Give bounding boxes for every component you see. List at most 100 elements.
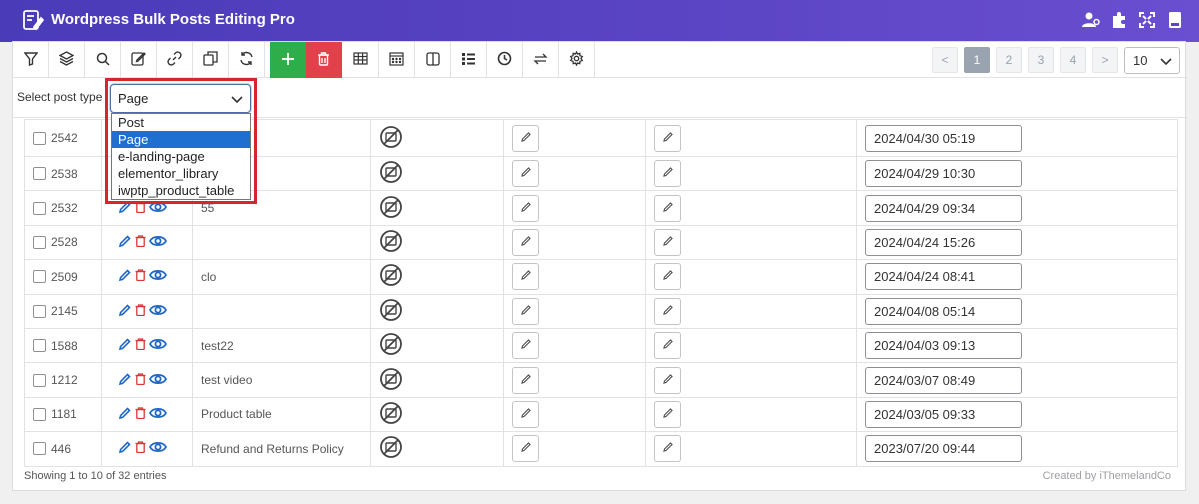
edit-icon[interactable] [118, 337, 132, 354]
page-3-button[interactable]: 3 [1028, 47, 1054, 73]
no-image-icon[interactable] [379, 161, 403, 187]
date-field[interactable]: 2024/04/29 09:34 [865, 194, 1022, 222]
no-image-icon[interactable] [379, 264, 403, 290]
option-e-landing-page[interactable]: e-landing-page [112, 148, 250, 165]
edit-excerpt-button[interactable] [654, 332, 681, 360]
link-button[interactable] [157, 42, 193, 78]
trash-icon[interactable] [135, 235, 146, 250]
row-title[interactable]: Product table [201, 407, 272, 421]
date-field[interactable]: 2024/04/03 09:13 [865, 332, 1022, 360]
row-checkbox[interactable] [33, 131, 46, 145]
page-1-button[interactable]: 1 [964, 47, 990, 73]
edit-content-button[interactable] [512, 160, 539, 188]
edit-excerpt-button[interactable] [654, 366, 681, 394]
prev-page-button[interactable]: < [932, 47, 958, 73]
date-field[interactable]: 2024/04/29 10:30 [865, 160, 1022, 188]
no-image-icon[interactable] [379, 298, 403, 325]
row-checkbox[interactable] [33, 270, 46, 284]
row-checkbox[interactable] [33, 304, 46, 318]
edit-icon[interactable] [118, 440, 132, 457]
delete-button[interactable] [306, 42, 342, 78]
edit-excerpt-button[interactable] [654, 297, 681, 325]
edit-content-button[interactable] [512, 400, 539, 428]
row-checkbox[interactable] [33, 373, 46, 387]
edit-icon[interactable] [118, 303, 132, 320]
fullscreen-icon[interactable] [1137, 10, 1157, 30]
view-icon[interactable] [148, 200, 168, 217]
row-title[interactable]: clo [201, 270, 216, 284]
history-button[interactable] [487, 42, 523, 78]
row-title[interactable]: test video [201, 373, 252, 387]
trash-icon[interactable] [135, 407, 146, 422]
list-button[interactable] [451, 42, 487, 78]
option-elementor-library[interactable]: elementor_library [112, 165, 250, 182]
no-image-icon[interactable] [379, 367, 403, 394]
row-checkbox[interactable] [33, 442, 46, 456]
date-field[interactable]: 2024/04/08 05:14 [865, 297, 1022, 325]
row-title[interactable]: 55 [201, 201, 214, 215]
columns-button[interactable] [415, 42, 451, 78]
date-field[interactable]: 2024/04/24 15:26 [865, 228, 1022, 256]
table-view-button[interactable] [343, 42, 379, 78]
edit-content-button[interactable] [512, 332, 539, 360]
row-checkbox[interactable] [33, 407, 46, 421]
edit-content-button[interactable] [512, 124, 539, 152]
trash-icon[interactable] [135, 372, 146, 388]
option-post[interactable]: Post [112, 114, 250, 131]
option-iwptp-product-table[interactable]: iwptp_product_table [112, 182, 250, 199]
no-image-icon[interactable] [379, 230, 403, 256]
edit-excerpt-button[interactable] [654, 263, 681, 291]
no-image-icon[interactable] [379, 125, 403, 152]
per-page-select[interactable]: 10 [1124, 47, 1180, 74]
edit-content-button[interactable] [512, 297, 539, 325]
edit-excerpt-button[interactable] [654, 124, 681, 152]
view-icon[interactable] [148, 337, 168, 354]
trash-icon[interactable] [135, 338, 146, 353]
edit-content-button[interactable] [512, 435, 539, 463]
edit-excerpt-button[interactable] [654, 435, 681, 463]
view-icon[interactable] [148, 303, 168, 320]
edit-icon[interactable] [118, 406, 132, 423]
search-button[interactable] [85, 42, 121, 78]
row-checkbox[interactable] [33, 201, 46, 215]
view-icon[interactable] [148, 234, 168, 251]
layers-button[interactable] [49, 42, 85, 78]
edit-excerpt-button[interactable] [654, 160, 681, 188]
view-icon[interactable] [148, 372, 168, 389]
row-title[interactable]: test22 [201, 339, 234, 353]
view-icon[interactable] [148, 406, 168, 423]
edit-content-button[interactable] [512, 194, 539, 222]
row-checkbox[interactable] [33, 339, 46, 353]
trash-icon[interactable] [135, 441, 146, 456]
option-page[interactable]: Page [112, 131, 250, 148]
post-type-select[interactable]: Page [110, 84, 251, 113]
puzzle-icon[interactable] [1109, 10, 1129, 30]
date-field[interactable]: 2024/03/05 09:33 [865, 400, 1022, 428]
no-image-icon[interactable] [379, 402, 403, 428]
edit-content-button[interactable] [512, 228, 539, 256]
next-page-button[interactable]: > [1092, 47, 1118, 73]
refresh-button[interactable] [229, 42, 265, 78]
row-checkbox[interactable] [33, 235, 46, 249]
trash-icon[interactable] [135, 304, 146, 319]
user-settings-icon[interactable] [1081, 10, 1101, 30]
row-checkbox[interactable] [33, 167, 46, 181]
swap-button[interactable] [523, 42, 559, 78]
date-field[interactable]: 2024/04/24 08:41 [865, 263, 1022, 291]
no-image-icon[interactable] [379, 333, 403, 359]
view-icon[interactable] [148, 268, 168, 285]
edit-icon[interactable] [118, 234, 132, 251]
date-field[interactable]: 2024/04/30 05:19 [865, 124, 1022, 152]
no-image-icon[interactable] [379, 436, 403, 462]
duplicate-button[interactable] [193, 42, 229, 78]
trash-icon[interactable] [135, 269, 146, 284]
add-post-button[interactable] [270, 42, 306, 78]
settings-button[interactable] [559, 42, 595, 78]
no-image-icon[interactable] [379, 195, 403, 222]
trash-icon[interactable] [135, 200, 146, 216]
page-2-button[interactable]: 2 [996, 47, 1022, 73]
edit-icon[interactable] [118, 200, 132, 217]
bulk-edit-button[interactable] [121, 42, 157, 78]
date-field[interactable]: 2023/07/20 09:44 [865, 435, 1022, 463]
edit-icon[interactable] [118, 372, 132, 389]
